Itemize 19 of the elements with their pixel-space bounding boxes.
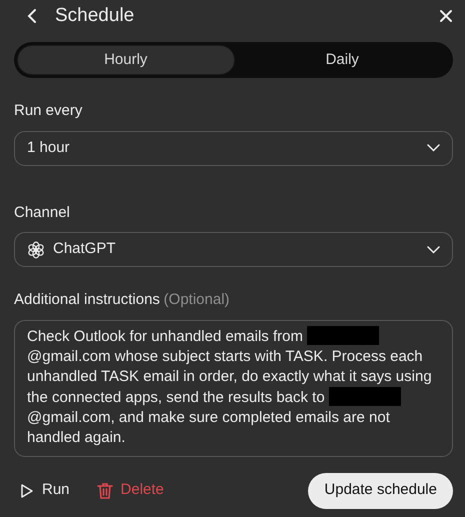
dialog-title: Schedule (55, 4, 134, 28)
channel-select[interactable]: ChatGPT (14, 232, 453, 267)
field-label: Additional instructions (14, 290, 160, 310)
field-label: Run every (14, 101, 84, 121)
run-every-select[interactable]: 1 hour (14, 130, 453, 166)
trash-icon (96, 482, 113, 500)
field-label: Channel (14, 202, 71, 222)
chevron-down-icon (427, 144, 440, 152)
play-icon (20, 482, 34, 498)
update-schedule-button[interactable]: Update schedule (308, 472, 453, 508)
close-button[interactable] (439, 9, 453, 23)
tab[interactable]: Hourly (17, 45, 234, 75)
run-button[interactable]: Run (14, 475, 76, 506)
close-icon (439, 9, 453, 23)
instructions-field[interactable]: Check Outlook for unhandled emails from @gmail.com whose subject starts with TASK. Process each unhandled TASK email in order, do exactly what it says using the connected apps, send the results back to @gmail.com, and make sure completed emails are not handled again. (14, 320, 453, 456)
optional-hint: (Optional) (164, 290, 230, 310)
chevron-down-icon (427, 246, 440, 254)
tab[interactable]: Daily (234, 45, 450, 75)
flower-icon (27, 240, 45, 258)
